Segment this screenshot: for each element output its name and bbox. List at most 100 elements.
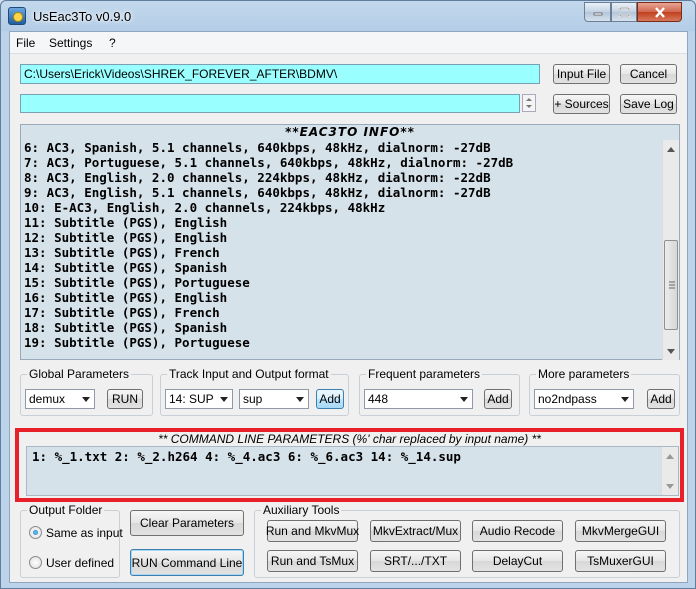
- srt-txt-button[interactable]: SRT/.../TXT: [370, 550, 461, 572]
- info-line: 10: E-AC3, English, 2.0 channels, 224kbp…: [24, 200, 386, 215]
- menu-settings[interactable]: Settings: [49, 36, 92, 50]
- maximize-button[interactable]: [611, 2, 637, 22]
- dropdown-arrow-icon: [220, 397, 228, 402]
- info-line: 15: Subtitle (PGS), Portuguese: [24, 275, 250, 290]
- app-icon: [8, 7, 26, 25]
- dropdown-arrow-icon: [460, 397, 468, 402]
- save-log-button[interactable]: Save Log: [620, 94, 677, 114]
- command-line-title: ** COMMAND LINE PARAMETERS (%' char repl…: [158, 432, 541, 446]
- run-and-tsmux-button[interactable]: Run and TsMux: [267, 550, 358, 572]
- tsmuxergui-button[interactable]: TsMuxerGUI: [575, 550, 666, 572]
- menu-file[interactable]: File: [16, 36, 35, 50]
- spinner-arrows-icon: [526, 98, 532, 108]
- run-command-line-button[interactable]: RUN Command Line: [130, 549, 244, 576]
- frequent-parameters-value: 448: [368, 392, 389, 406]
- user-defined-radio[interactable]: [29, 556, 42, 569]
- frequent-parameters-select[interactable]: 448: [364, 389, 473, 409]
- user-defined-label: User defined: [46, 556, 115, 570]
- window-title: UsEac3To v0.9.0: [33, 9, 132, 24]
- auxiliary-tools-label: Auxiliary Tools: [261, 503, 342, 517]
- menu-help[interactable]: ?: [109, 36, 116, 50]
- frequent-parameters-group: Frequent parameters 448 Add: [359, 367, 520, 416]
- output-folder-label: Output Folder: [27, 503, 105, 517]
- add-track-button[interactable]: Add: [316, 389, 344, 409]
- title-bar[interactable]: UsEac3To v0.9.0: [1, 1, 695, 31]
- track-format-group: Track Input and Output format 14: SUP su…: [160, 367, 349, 416]
- scroll-up-arrow[interactable]: [662, 448, 678, 464]
- add-more-button[interactable]: Add: [647, 389, 675, 409]
- close-window-button[interactable]: [637, 2, 682, 22]
- maximize-icon: [618, 7, 630, 17]
- source-path-input[interactable]: C:\Users\Erick\Videos\SHREK_FOREVER_AFTE…: [20, 64, 540, 84]
- menu-bar: File Settings ?: [10, 32, 687, 54]
- info-line: 18: Subtitle (PGS), Spanish: [24, 320, 228, 335]
- mkvextract-mux-button[interactable]: MkvExtract/Mux: [370, 520, 461, 542]
- input-file-button[interactable]: Input File: [553, 64, 610, 84]
- same-as-input-label: Same as input: [46, 526, 123, 540]
- global-parameters-group: Global Parameters demux RUN: [20, 367, 153, 416]
- scroll-down-arrow[interactable]: [663, 343, 679, 359]
- audio-recode-button[interactable]: Audio Recode: [472, 520, 563, 542]
- minimize-button[interactable]: [584, 2, 611, 22]
- mkvmergegui-button[interactable]: MkvMergeGUI: [575, 520, 666, 542]
- track-select[interactable]: 14: SUP: [165, 389, 233, 409]
- eac3to-info-panel: **EAC3TO INFO** 6: AC3, Spanish, 5.1 cha…: [20, 124, 680, 360]
- secondary-source-input[interactable]: [20, 94, 520, 113]
- dropdown-arrow-icon: [621, 397, 629, 402]
- cancel-button[interactable]: Cancel: [620, 64, 677, 84]
- info-line: 16: Subtitle (PGS), English: [24, 290, 228, 305]
- frequent-parameters-label: Frequent parameters: [366, 367, 483, 381]
- output-format-value: sup: [243, 392, 263, 406]
- track-format-label: Track Input and Output format: [167, 367, 331, 381]
- chevron-up-icon: [666, 453, 674, 459]
- minimize-icon: [593, 12, 602, 16]
- dropdown-arrow-icon: [82, 397, 90, 402]
- global-parameters-select[interactable]: demux: [25, 389, 95, 409]
- auxiliary-tools-group: Auxiliary Tools Run and MkvMux MkvExtrac…: [254, 503, 680, 578]
- chevron-down-icon: [667, 348, 675, 354]
- info-line: 14: Subtitle (PGS), Spanish: [24, 260, 228, 275]
- output-format-select[interactable]: sup: [239, 389, 309, 409]
- secondary-source-spinner[interactable]: [522, 94, 536, 112]
- info-line: 8: AC3, English, 2.0 channels, 224kbps, …: [24, 170, 491, 185]
- more-parameters-label: More parameters: [536, 367, 632, 381]
- chevron-down-icon: [666, 483, 674, 489]
- info-line: 7: AC3, Portuguese, 5.1 channels, 640kbp…: [24, 155, 514, 170]
- command-line-text: 1: %_1.txt 2: %_2.h264 4: %_4.ac3 6: %_6…: [32, 449, 461, 464]
- dropdown-arrow-icon: [296, 397, 304, 402]
- run-button[interactable]: RUN: [107, 389, 143, 409]
- info-line: 9: AC3, English, 5.1 channels, 640kbps, …: [24, 185, 491, 200]
- more-parameters-value: no2ndpass: [538, 392, 597, 406]
- info-panel-title: **EAC3TO INFO**: [285, 125, 415, 139]
- clear-parameters-button[interactable]: Clear Parameters: [130, 510, 244, 536]
- info-lines: 6: AC3, Spanish, 5.1 channels, 640kbps, …: [22, 140, 660, 360]
- more-parameters-select[interactable]: no2ndpass: [534, 389, 634, 409]
- info-line: 19: Subtitle (PGS), Portuguese: [24, 335, 250, 350]
- info-scrollbar[interactable]: [662, 140, 679, 360]
- info-line: 17: Subtitle (PGS), French: [24, 305, 220, 320]
- global-parameters-label: Global Parameters: [27, 367, 132, 381]
- scroll-down-arrow[interactable]: [662, 478, 678, 494]
- app-window: UsEac3To v0.9.0 File Settings ? C:\Users…: [0, 0, 696, 589]
- run-and-mkvmux-button[interactable]: Run and MkvMux: [266, 520, 359, 542]
- close-icon: [654, 6, 665, 18]
- add-frequent-button[interactable]: Add: [484, 389, 512, 409]
- command-line-scrollbar[interactable]: [661, 447, 678, 495]
- scroll-up-arrow[interactable]: [663, 141, 679, 157]
- client-area: File Settings ? C:\Users\Erick\Videos\SH…: [9, 31, 688, 583]
- chevron-up-icon: [667, 146, 675, 152]
- output-folder-group: Output Folder Same as input User defined: [20, 503, 123, 578]
- info-line: 13: Subtitle (PGS), French: [24, 245, 220, 260]
- command-line-input[interactable]: 1: %_1.txt 2: %_2.h264 4: %_4.ac3 6: %_6…: [26, 446, 679, 496]
- info-line: 12: Subtitle (PGS), English: [24, 230, 228, 245]
- grip-icon: [669, 281, 675, 289]
- global-parameters-value: demux: [29, 392, 66, 406]
- info-line: 11: Subtitle (PGS), English: [24, 215, 228, 230]
- scroll-thumb[interactable]: [664, 240, 678, 330]
- same-as-input-radio[interactable]: [29, 526, 42, 539]
- add-sources-button[interactable]: + Sources: [553, 94, 610, 114]
- track-value: 14: SUP: [169, 392, 214, 406]
- command-line-section: ** COMMAND LINE PARAMETERS (%' char repl…: [15, 428, 684, 502]
- delaycut-button[interactable]: DelayCut: [472, 550, 563, 572]
- info-line: 6: AC3, Spanish, 5.1 channels, 640kbps, …: [24, 140, 491, 155]
